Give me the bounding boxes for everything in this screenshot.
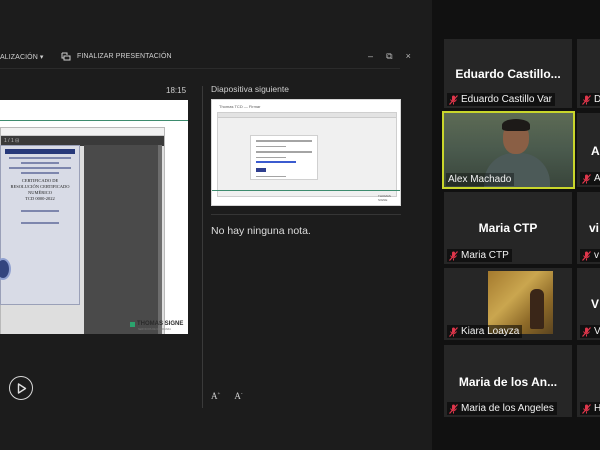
current-slide[interactable]: 1 / 1 ⊟ CERTIFICADO DE RESOLUCIÓN CERTIF… [0,100,188,334]
next-slide-tab-title: Thomas TCD — Firmar [219,104,261,109]
notes-divider [211,214,401,215]
close-icon[interactable]: × [406,51,411,62]
decrease-font-button[interactable]: A- [234,391,242,401]
participant-name-label: Kiara Loayza [447,325,523,338]
presentation-timer: 18:15 [166,86,187,95]
presenter-toolbar: ALIZACIÓN ▾ FINALIZAR PRESENTACIÓN – ⧉ × [0,46,432,68]
participant-name-label: V [580,325,600,338]
increase-font-button[interactable]: A+ [211,391,220,401]
participant-tile[interactable]: Kiara Loayza [444,268,572,340]
play-button[interactable] [9,376,33,400]
participant-gallery: Eduardo Castillo... Eduardo Castillo Var… [432,0,600,450]
certificate-document: CERTIFICADO DE RESOLUCIÓN CERTIFICADO NU… [0,145,80,305]
sign-form-card [250,135,318,180]
participant-name-label: H [580,402,600,415]
logo-subtitle: SERVICIOS DE CONFIANZA [138,328,171,331]
mic-muted-icon [582,94,591,105]
next-slide-logo: THOMAS SIGNE [378,194,391,202]
participant-name-label: Eduardo Castillo Var [447,93,555,106]
participant-display-name: V [591,297,600,311]
presenter-view: ALIZACIÓN ▾ FINALIZAR PRESENTACIÓN – ⧉ ×… [0,0,432,450]
pane-divider[interactable] [202,86,203,408]
pdf-scrollbar [158,145,162,334]
next-slide-preview[interactable]: Thomas TCD — Firmar THOMAS SIGNE [211,99,401,206]
restore-icon[interactable]: ⧉ [386,51,393,62]
participant-tile[interactable]: V V [577,268,600,340]
mic-muted-icon [582,250,591,261]
participant-name-label: Maria de los Angeles [447,402,557,415]
mic-muted-icon [582,173,591,184]
participant-tile[interactable]: A A [577,113,600,187]
minimize-icon[interactable]: – [368,51,373,62]
participant-name-label: Alex Machado [446,173,515,186]
certificate-seal [0,258,11,280]
end-presentation-button[interactable]: FINALIZAR PRESENTACIÓN [61,52,172,61]
participant-name-label: v [580,249,600,262]
logo-mark-icon [130,321,135,327]
participant-display-name: A [591,144,600,158]
participant-name-label: D [580,93,600,106]
participant-tile[interactable]: D [577,39,600,108]
mic-muted-icon [582,326,591,337]
mic-muted-icon [449,403,458,414]
mic-muted-icon [449,326,458,337]
certificate-title: CERTIFICADO DE RESOLUCIÓN CERTIFICADO NU… [10,178,70,201]
end-presentation-label: FINALIZAR PRESENTACIÓN [77,53,172,60]
participant-tile[interactable]: Maria CTP Maria CTP [444,192,572,264]
mic-muted-icon [449,94,458,105]
slide-accent-rule [0,120,188,121]
window-controls: – ⧉ × [368,51,411,62]
thomas-signe-logo: THOMAS SIGNE [130,321,183,327]
next-slide-browser [217,112,397,197]
participant-name-label: Maria CTP [447,249,512,262]
toolbar-divider [0,68,400,69]
participant-display-name: Eduardo Castillo... [455,67,561,81]
visualization-menu[interactable]: ALIZACIÓN ▾ [0,53,44,61]
next-slide-accent-rule [212,190,400,191]
pdf-viewer-background [84,145,162,334]
participant-display-name: Maria CTP [478,221,538,235]
notes-font-controls: A+ A- [211,391,243,401]
participant-tile-active-speaker[interactable]: Alex Machado [442,111,575,189]
participant-tile[interactable]: Eduardo Castillo... Eduardo Castillo Var [444,39,572,108]
play-icon [17,383,27,394]
participant-name-label: A [580,172,600,185]
end-presentation-icon [61,52,71,61]
participant-tile[interactable]: H [577,345,600,417]
participant-tile[interactable]: vi v [577,192,600,264]
mic-muted-icon [582,403,591,414]
next-slide-label: Diapositiva siguiente [211,84,289,94]
participant-tile[interactable]: Maria de los An... Maria de los Angeles [444,345,572,417]
mic-muted-icon [449,250,458,261]
speaker-notes: No hay ninguna nota. [211,225,311,237]
participant-display-name: vi [589,221,600,235]
participant-display-name: Maria de los An... [458,375,558,389]
